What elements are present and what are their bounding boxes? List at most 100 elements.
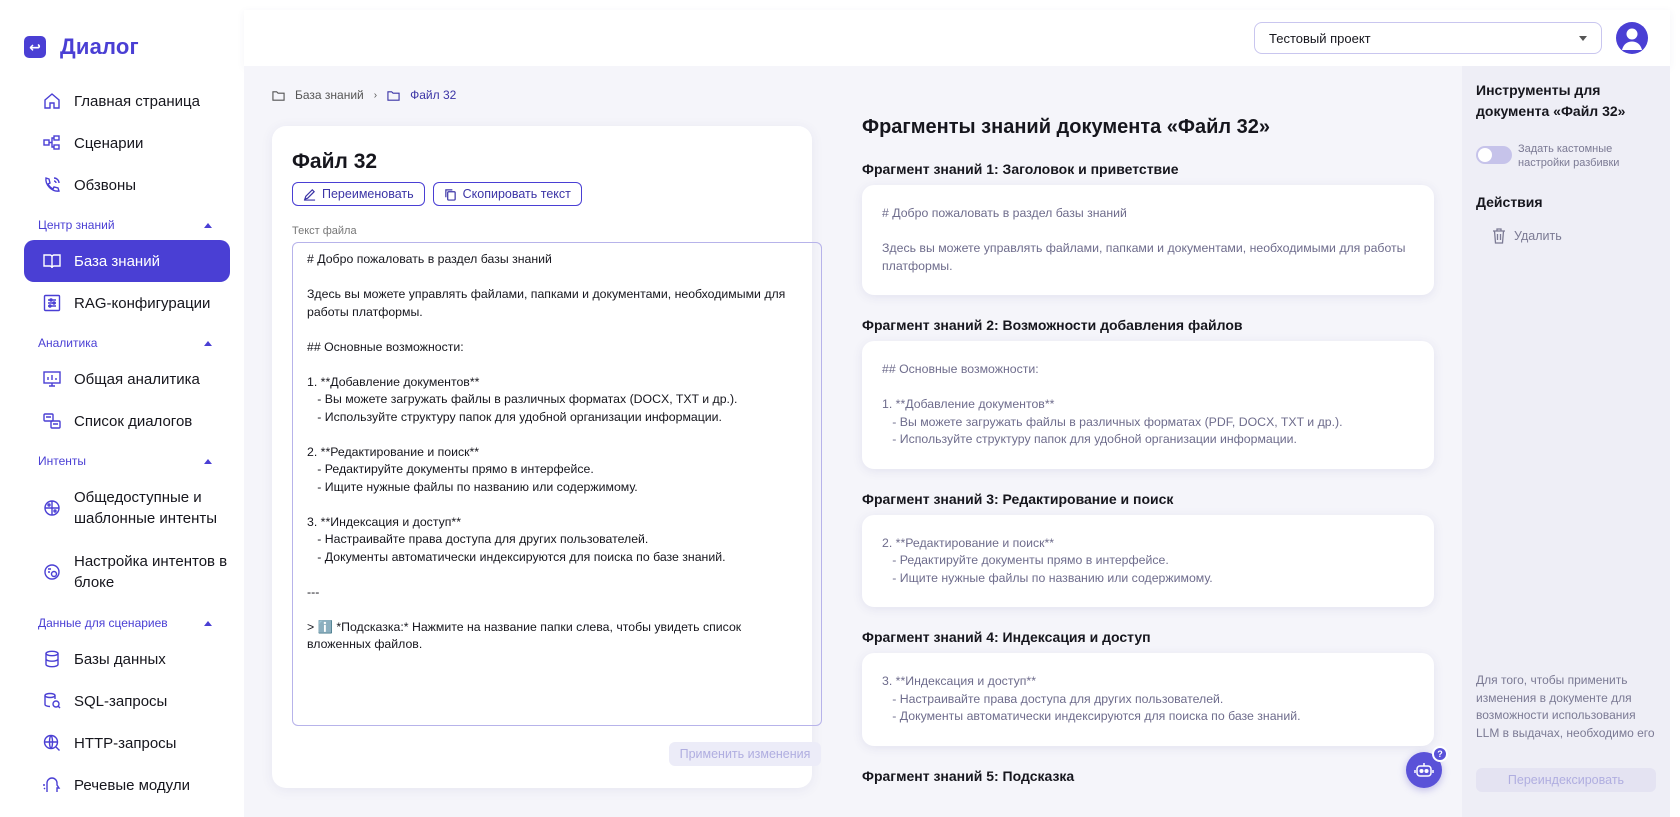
section-analytics[interactable]: Аналитика [24, 328, 230, 358]
fragment-title: Фрагмент знаний 3: Редактирование и поис… [862, 490, 1174, 507]
database-icon [42, 649, 62, 669]
sidebar-item-sql[interactable]: SQL-запросы [24, 680, 230, 722]
chevron-right-icon: › [373, 89, 378, 101]
file-text-area[interactable]: # Добро пожаловать в раздел базы знаний … [292, 242, 822, 726]
sidebar-item-dialog-list[interactable]: Список диалогов [24, 400, 230, 442]
project-select[interactable]: Тестовый проект [1254, 22, 1602, 54]
section-scenario-data[interactable]: Данные для сценариев [24, 608, 230, 638]
chevron-up-icon [204, 222, 212, 228]
sidebar-item-calls[interactable]: Обзвоны [24, 164, 230, 206]
chevron-up-icon [204, 620, 212, 626]
fragment-text[interactable]: # Добро пожаловать в раздел базы знаний … [862, 185, 1434, 295]
fragment-title: Фрагмент знаний 1: Заголовок и приветств… [862, 161, 1179, 177]
fragment-title: Фрагмент знаний 5: Подсказка [862, 767, 1075, 784]
delete-button-label: Удалить [1514, 229, 1562, 243]
project-select-value: Тестовый проект [1269, 30, 1371, 46]
sidebar-item-rag[interactable]: RAG-конфигурации [24, 282, 230, 324]
apply-changes-button[interactable]: Применить изменения [669, 742, 821, 766]
dialog-list-icon [42, 411, 62, 431]
rename-button[interactable]: Переименовать [292, 182, 425, 206]
sidebar-item-label: Речевые модули [74, 776, 190, 794]
robot-icon [1414, 763, 1434, 777]
fragments-panel: Фрагменты знаний документа «Файл 32» Фра… [862, 116, 1462, 792]
tools-title: Инструменты для документа «Файл 32» [1476, 82, 1626, 119]
section-label: Интенты [38, 454, 87, 468]
scenarios-icon [42, 133, 62, 153]
sidebar-item-home[interactable]: Главная страница [24, 80, 230, 122]
fragment: Фрагмент знаний 2: Возможности добавлени… [862, 317, 1462, 469]
sidebar-item-block-intents[interactable]: Настройка интентов в блоке [24, 540, 230, 604]
pencil-icon [303, 188, 316, 201]
actions-title: Действия [1476, 194, 1543, 210]
chevron-up-icon [204, 340, 212, 346]
sidebar-item-label: HTTP-запросы [74, 734, 177, 752]
sidebar-item-knowledge-base[interactable]: База знаний [24, 240, 230, 282]
breadcrumb-current[interactable]: Файл 32 [410, 88, 456, 102]
fragment-title: Фрагмент знаний 2: Возможности добавлени… [862, 317, 1243, 333]
section-knowledge-center[interactable]: Центр знаний [24, 210, 230, 240]
sidebar: ↩ Диалог Главная страница Сценарии Обзво… [10, 10, 244, 810]
reindex-note: Для того, чтобы применить изменения в до… [1476, 673, 1655, 740]
chevron-down-icon [1579, 35, 1587, 41]
copy-text-button[interactable]: Скопировать текст [432, 182, 582, 206]
book-icon [42, 251, 62, 271]
section-label: Данные для сценариев [38, 616, 168, 630]
custom-split-label: Задать кастомные настройки разбивки [1518, 143, 1620, 169]
user-icon [1622, 28, 1642, 50]
sidebar-item-databases[interactable]: Базы данных [24, 638, 230, 680]
sidebar-item-label: Базы данных [74, 650, 166, 668]
brand[interactable]: ↩ Диалог [24, 34, 139, 60]
sidebar-item-scenarios[interactable]: Сценарии [24, 122, 230, 164]
sidebar-item-analytics[interactable]: Общая аналитика [24, 358, 230, 400]
section-label: Аналитика [38, 336, 98, 350]
section-label: Центр знаний [38, 218, 115, 232]
editor-actions: Переименовать Скопировать текст [292, 182, 582, 206]
brand-name: Диалог [60, 34, 139, 59]
phone-icon [42, 175, 62, 195]
sidebar-item-http[interactable]: HTTP-запросы [24, 722, 230, 764]
breadcrumb-root[interactable]: База знаний [295, 88, 364, 102]
sidebar-item-label: Настройка интентов в блоке [74, 553, 228, 591]
sidebar-item-public-intents[interactable]: Общедоступные и шаблонные интенты [24, 476, 230, 540]
sidebar-item-label: Сценарии [74, 134, 144, 152]
help-badge[interactable]: ? [1432, 746, 1448, 762]
custom-split-toggle[interactable] [1476, 146, 1512, 164]
sidebar-nav: Главная страница Сценарии Обзвоны Центр … [24, 80, 230, 806]
chevron-up-icon [204, 458, 212, 464]
sidebar-item-label: Главная страница [74, 92, 200, 110]
speech-icon [42, 775, 62, 795]
fragment: Фрагмент знаний 3: Редактирование и поис… [862, 490, 1462, 607]
fragment-title: Фрагмент знаний 4: Индексация и доступ [862, 629, 1151, 645]
fragment-text[interactable]: ## Основные возможности: 1. **Добавление… [862, 341, 1434, 469]
sidebar-item-speech[interactable]: Речевые модули [24, 764, 230, 806]
http-icon [42, 733, 62, 753]
fragments-heading: Фрагменты знаний документа «Файл 32» [862, 116, 1271, 138]
rename-button-label: Переименовать [322, 187, 414, 201]
sidebar-item-label: База знаний [74, 252, 160, 270]
reindex-button[interactable]: Переиндексировать [1476, 768, 1656, 792]
fragment-text[interactable]: 3. **Индексация и доступ** - Настраивайт… [862, 653, 1434, 746]
file-title: Файл 32 [292, 150, 378, 173]
fragment-text[interactable]: 2. **Редактирование и поиск** - Редактир… [862, 514, 1434, 607]
logo-icon: ↩ [24, 36, 46, 58]
folder-icon [272, 90, 285, 101]
home-icon [42, 91, 62, 111]
sql-icon [42, 691, 62, 711]
sliders-icon [42, 293, 62, 313]
file-editor-card: Файл 32 Переименовать Скопировать текст … [272, 126, 822, 788]
file-text-label: Текст файла [292, 225, 357, 237]
copy-button-label: Скопировать текст [462, 187, 571, 201]
breadcrumb: База знаний › Файл 32 [272, 88, 456, 102]
trash-icon [1493, 228, 1505, 244]
user-avatar[interactable] [1616, 22, 1648, 54]
section-intents[interactable]: Интенты [24, 446, 230, 476]
copy-icon [444, 188, 456, 201]
fragment: Фрагмент знаний 5: Подсказка [862, 768, 1462, 784]
sidebar-item-label: RAG-конфигурации [74, 294, 211, 312]
fragment: Фрагмент знаний 1: Заголовок и приветств… [862, 161, 1462, 295]
tools-panel: Инструменты для документа «Файл 32» Зада… [1462, 66, 1670, 817]
brain-gear-icon [42, 562, 62, 582]
delete-button[interactable]: Удалить [1492, 228, 1562, 244]
sidebar-item-label: Список диалогов [74, 412, 193, 430]
brain-icon [42, 498, 62, 518]
